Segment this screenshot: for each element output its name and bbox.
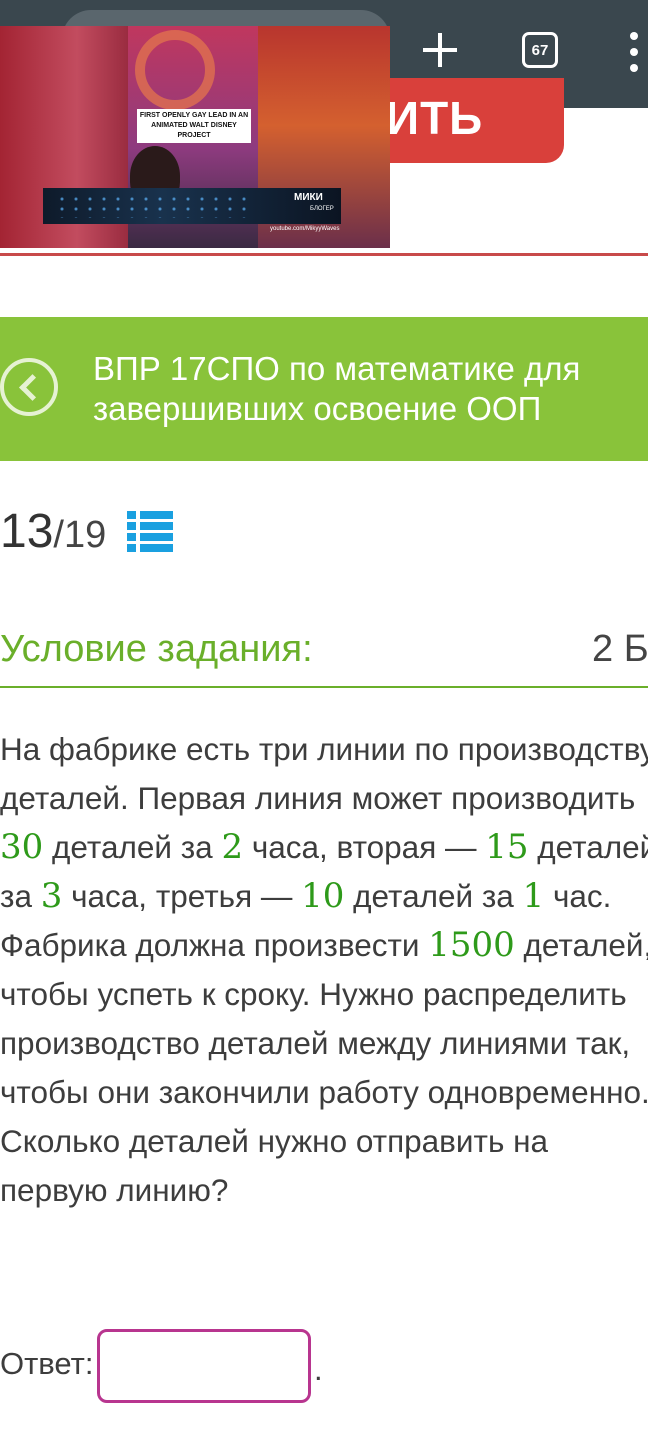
task-text-part: часа, вторая — — [243, 829, 486, 865]
task-text-part: часа, третья — — [62, 878, 302, 914]
total-questions: /19 — [53, 514, 107, 556]
task-number: 1500 — [428, 925, 515, 965]
question-progress: 13/19 — [0, 504, 106, 563]
task-number: 15 — [485, 827, 529, 867]
tab-count-button[interactable]: 67 — [522, 32, 558, 68]
more-menu-icon[interactable] — [630, 32, 638, 72]
video-caption: FIRST OPENLY GAY LEAD IN AN ANIMATED WAL… — [137, 109, 251, 143]
question-list-icon[interactable] — [127, 511, 173, 553]
video-channel-name: МИКИ — [294, 192, 323, 203]
task-number: 3 — [40, 876, 63, 916]
task-number: 10 — [301, 876, 345, 916]
current-question: 13 — [0, 505, 54, 558]
video-channel-sub: БЛОГЕР — [310, 206, 334, 212]
video-url: youtube.com/MikyyWaves — [270, 226, 340, 232]
task-heading: Условие задания: — [0, 628, 313, 670]
heading-underline — [0, 686, 648, 688]
back-chevron-icon[interactable] — [0, 358, 58, 416]
task-text-part: деталей за — [43, 829, 222, 865]
answer-suffix: . — [314, 1352, 323, 1387]
task-text-part: деталей за — [344, 878, 523, 914]
task-number: 30 — [0, 827, 44, 867]
answer-input[interactable] — [97, 1329, 311, 1403]
task-text-part: деталей, чтобы успеть к сроку. Нужно рас… — [0, 927, 648, 1208]
task-number: 2 — [221, 827, 244, 867]
new-tab-plus-icon[interactable] — [420, 30, 460, 70]
video-swirl-graphic — [135, 30, 215, 110]
task-text: На фабрике есть три линии по производств… — [0, 725, 648, 1215]
divider-red — [0, 253, 648, 256]
test-title: ВПР 17СПО по математике для завершивших … — [93, 350, 581, 427]
video-lower-third-pattern — [55, 194, 255, 218]
task-number: 1 — [522, 876, 545, 916]
video-overlay[interactable]: FIRST OPENLY GAY LEAD IN AN ANIMATED WAL… — [0, 26, 390, 248]
answer-label: Ответ: — [0, 1346, 94, 1381]
task-text-part: На фабрике есть три линии по производств… — [0, 731, 648, 816]
task-points: 2 Б. — [592, 628, 648, 670]
